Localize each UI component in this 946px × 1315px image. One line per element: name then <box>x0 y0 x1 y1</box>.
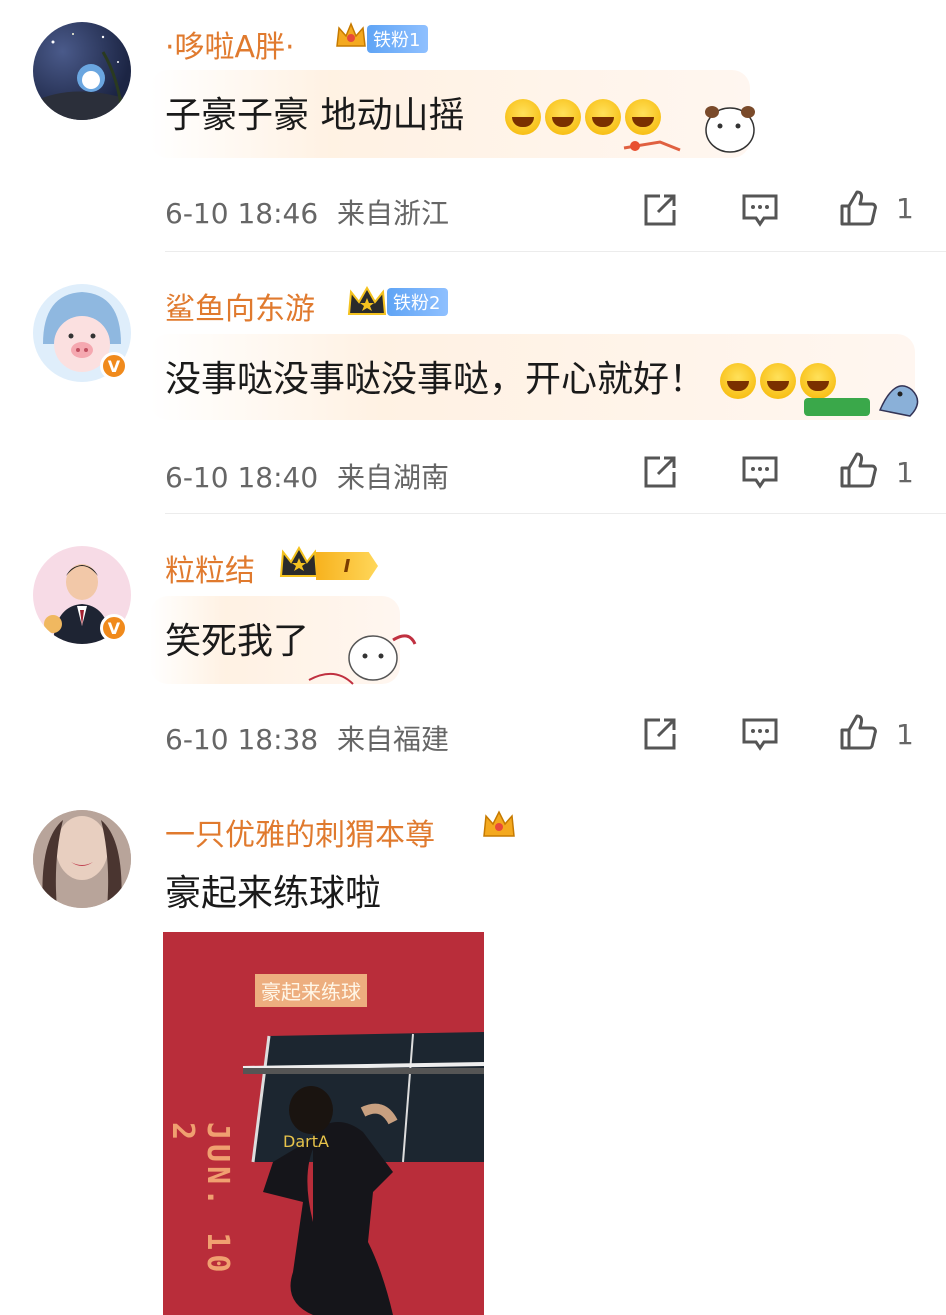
comment-item: V 粒粒结 I 笑死我了 6-10 18:38 来自福建 1 <box>0 514 946 776</box>
crown-icon <box>279 545 319 577</box>
comment-text-content: 子豪子豪 地动山摇 <box>165 95 465 136</box>
crown-icon <box>483 810 515 837</box>
sticker-decoration <box>804 385 919 417</box>
like-icon[interactable] <box>838 712 878 752</box>
like-count: 1 <box>896 456 914 489</box>
sticker-decoration <box>623 106 755 153</box>
comment-item: V 鲨鱼向东游 铁粉2 没事哒没事哒没事哒，开心就好！ 6-10 18:40 来… <box>0 252 946 514</box>
laughing-emoji <box>505 99 542 135</box>
comment-text: 子豪子豪 地动山摇 <box>165 86 662 138</box>
like-count: 1 <box>896 192 914 225</box>
comment-location: 来自浙江 <box>337 197 450 230</box>
comment-icon[interactable] <box>740 714 780 754</box>
avatar[interactable] <box>33 810 131 908</box>
repost-icon[interactable] <box>640 452 680 492</box>
crown-icon <box>336 22 366 47</box>
username[interactable]: ·哆啦A胖· <box>165 22 295 66</box>
comment-time: 6-10 18:46 <box>165 197 319 230</box>
like-icon[interactable] <box>838 188 878 228</box>
comment-text: 豪起来练球啦 <box>165 864 381 916</box>
repost-icon[interactable] <box>640 190 680 230</box>
like-icon[interactable] <box>838 450 878 490</box>
laughing-emoji <box>760 363 797 399</box>
comment-text-content: 没事哒没事哒没事哒，开心就好！ <box>165 359 706 400</box>
laughing-emoji <box>545 99 582 135</box>
comment-meta: 6-10 18:38 来自福建 <box>165 718 449 758</box>
level-badge: I <box>316 552 378 580</box>
comment-time: 6-10 18:40 <box>165 461 319 494</box>
laughing-emoji <box>585 99 622 135</box>
comment-icon[interactable] <box>740 452 780 492</box>
laughing-emoji <box>720 363 757 399</box>
video-thumbnail[interactable]: DartA 豪起来练球 JUN. 10 2 <box>163 932 484 1315</box>
comment-meta: 6-10 18:40 来自湖南 <box>165 456 449 496</box>
comment-text-content: 笑死我了 <box>165 621 310 662</box>
username[interactable]: 粒粒结 <box>165 546 255 590</box>
avatar[interactable] <box>33 22 131 120</box>
username[interactable]: 一只优雅的刺猬本尊 <box>165 810 435 854</box>
comment-meta: 6-10 18:46 来自浙江 <box>165 192 449 232</box>
fan-badge: 铁粉2 <box>387 288 449 316</box>
comment-time: 6-10 18:38 <box>165 723 319 756</box>
like-count: 1 <box>896 718 914 751</box>
comment-icon[interactable] <box>740 190 780 230</box>
comment-location: 来自福建 <box>337 723 450 756</box>
fan-badge: 铁粉1 <box>367 25 429 53</box>
verified-icon: V <box>100 614 128 642</box>
svg-text:DartA: DartA <box>283 1132 329 1151</box>
username[interactable]: 鲨鱼向东游 <box>165 284 315 328</box>
comment-item: ·哆啦A胖· 铁粉1 子豪子豪 地动山摇 6-10 18:46 来自浙江 1 <box>0 0 946 252</box>
comment-location: 来自湖南 <box>337 461 450 494</box>
comment-text: 笑死我了 <box>165 612 309 664</box>
comment-text-content: 豪起来练球啦 <box>165 873 382 914</box>
video-date-watermark: JUN. 10 2 <box>165 1122 235 1277</box>
verified-icon: V <box>100 352 128 380</box>
repost-icon[interactable] <box>640 714 680 754</box>
sticker-decoration <box>308 634 417 685</box>
crown-icon <box>347 285 387 315</box>
comment-text: 没事哒没事哒没事哒，开心就好！ <box>165 350 837 402</box>
video-caption: 豪起来练球 <box>255 974 367 1007</box>
